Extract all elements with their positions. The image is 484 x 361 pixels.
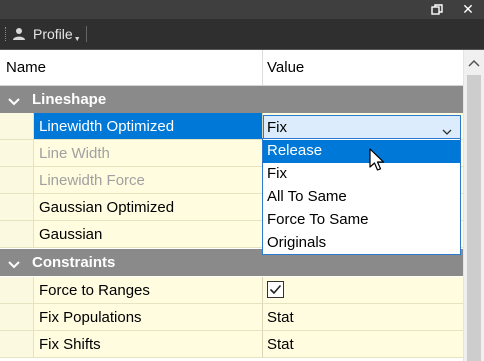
profile-label: Profile <box>33 26 73 42</box>
dropdown-option-fix[interactable]: Fix <box>263 163 460 186</box>
property-name: Line Width <box>39 145 110 162</box>
toolbar-grip[interactable] <box>5 27 7 41</box>
dropdown-list: Release Fix All To Same Force To Same Or… <box>262 138 461 255</box>
property-name: Fix Populations <box>39 309 142 326</box>
option-label: Originals <box>267 234 327 251</box>
property-row-fix-populations[interactable]: Fix Populations Stat <box>0 304 463 331</box>
category-lineshape[interactable]: Lineshape <box>0 86 463 113</box>
linewidth-optimized-combobox[interactable]: Fix <box>263 115 461 139</box>
property-name: Linewidth Force <box>39 172 145 189</box>
property-name-cell[interactable]: Fix Shifts <box>33 331 262 358</box>
force-to-ranges-checkbox[interactable] <box>267 281 284 298</box>
toolbar-separator <box>86 26 87 42</box>
property-name-cell[interactable]: Line Width <box>33 140 262 167</box>
column-header-name[interactable]: Name <box>6 59 46 76</box>
option-label: Release <box>267 142 323 159</box>
property-name-cell[interactable]: Gaussian <box>33 221 262 248</box>
property-value: Stat <box>267 309 294 326</box>
property-value-cell[interactable]: Stat <box>262 304 463 331</box>
chevron-down-icon[interactable] <box>442 123 452 135</box>
option-label: Force To Same <box>267 211 369 228</box>
row-indent <box>0 277 33 304</box>
property-row-linewidth-optimized[interactable]: Linewidth Optimized Fix <box>0 113 463 140</box>
category-label: Constraints <box>32 254 116 271</box>
dropdown-option-force-to-same[interactable]: Force To Same <box>263 209 460 232</box>
chevron-down-icon[interactable] <box>8 94 20 106</box>
row-indent <box>0 167 33 194</box>
vertical-scrollbar[interactable] <box>463 50 484 361</box>
option-label: Fix <box>267 165 287 182</box>
toolbar: Profile ▼ <box>0 19 484 50</box>
row-indent <box>0 113 33 140</box>
property-value-cell[interactable]: Stat <box>262 331 463 358</box>
property-value: Stat <box>267 336 294 353</box>
person-icon <box>12 27 26 41</box>
profile-button[interactable]: Profile ▼ <box>12 24 81 44</box>
combobox-value: Fix <box>267 119 287 136</box>
dropdown-option-originals[interactable]: Originals <box>263 232 460 255</box>
row-indent <box>0 331 33 358</box>
property-name-cell[interactable]: Linewidth Optimized <box>33 113 262 140</box>
property-name: Linewidth Optimized <box>39 118 175 135</box>
property-row-fix-shifts[interactable]: Fix Shifts Stat <box>0 331 463 358</box>
row-indent <box>0 304 33 331</box>
option-label: All To Same <box>267 188 347 205</box>
close-icon[interactable]: ✕ <box>460 2 476 17</box>
property-name-cell[interactable]: Gaussian Optimized <box>33 194 262 221</box>
dropdown-option-release[interactable]: Release <box>263 140 460 163</box>
window-title-bar: ✕ <box>0 0 484 19</box>
row-indent <box>0 194 33 221</box>
column-header-value[interactable]: Value <box>267 59 304 76</box>
row-indent <box>0 140 33 167</box>
property-name: Gaussian Optimized <box>39 199 175 216</box>
property-name-cell[interactable]: Fix Populations <box>33 304 262 331</box>
scroll-up-icon[interactable] <box>468 55 480 67</box>
category-label: Lineshape <box>32 91 107 108</box>
chevron-down-icon: ▼ <box>73 35 81 43</box>
mouse-pointer-icon <box>369 148 387 174</box>
property-name: Gaussian <box>39 226 103 243</box>
property-row-force-to-ranges[interactable]: Force to Ranges <box>0 277 463 304</box>
column-divider[interactable] <box>262 50 263 85</box>
property-name: Fix Shifts <box>39 336 101 353</box>
row-indent <box>0 221 33 248</box>
property-name-cell[interactable]: Force to Ranges <box>33 277 262 304</box>
dropdown-option-all-to-same[interactable]: All To Same <box>263 186 460 209</box>
grid-header: Name Value <box>0 50 463 86</box>
property-value-cell[interactable] <box>262 277 463 304</box>
chevron-down-icon[interactable] <box>8 257 20 269</box>
scrollbar-thumb[interactable] <box>467 75 481 361</box>
property-name: Force to Ranges <box>39 282 150 299</box>
restore-icon[interactable] <box>429 2 445 17</box>
property-name-cell[interactable]: Linewidth Force <box>33 167 262 194</box>
